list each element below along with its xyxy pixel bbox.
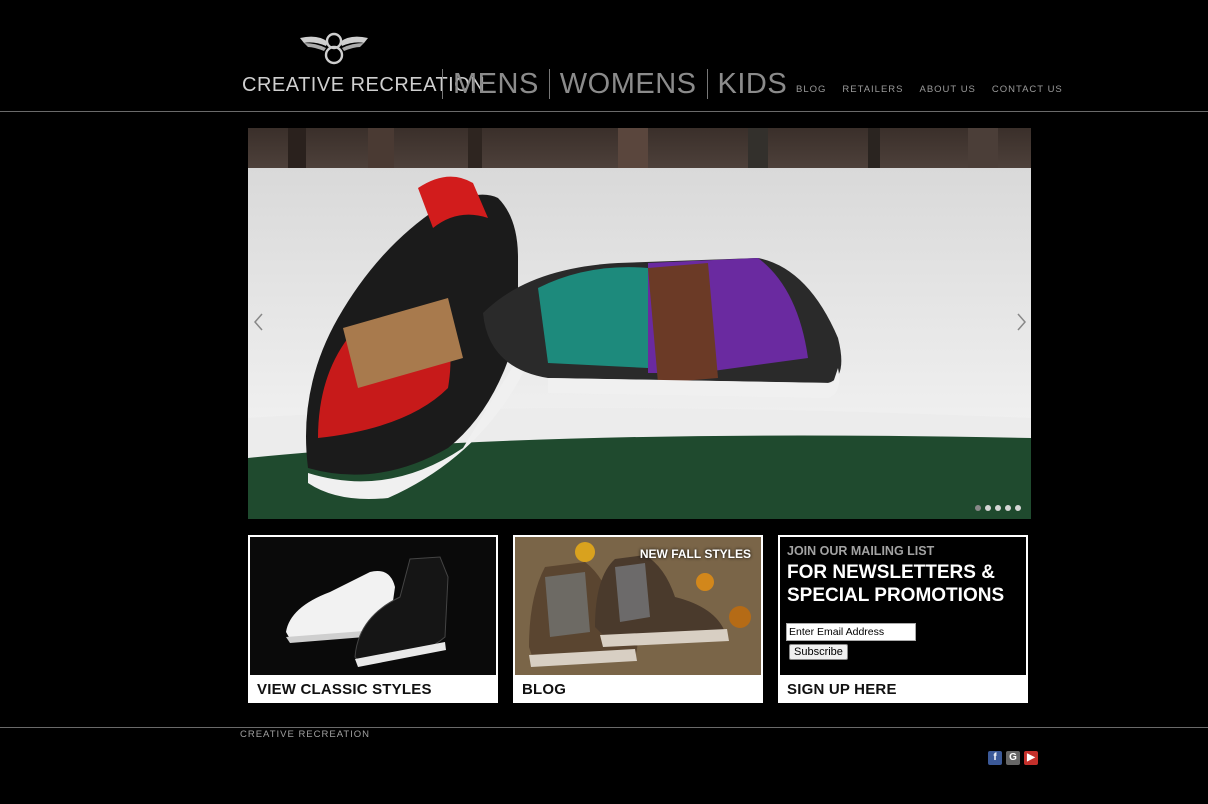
nav-item-mens[interactable]: MENS bbox=[445, 68, 547, 100]
slide-dot[interactable] bbox=[1015, 505, 1021, 511]
footer-divider bbox=[0, 727, 1208, 728]
main-nav: MENS WOMENS KIDS bbox=[440, 68, 795, 100]
classic-shoes-image bbox=[250, 537, 496, 675]
promo-blog[interactable]: NEW FALL STYLES BLOG bbox=[513, 535, 763, 703]
google-icon[interactable]: G bbox=[1006, 751, 1020, 765]
nav-item-kids[interactable]: KIDS bbox=[710, 68, 796, 100]
youtube-icon[interactable]: ▶ bbox=[1024, 751, 1038, 765]
slide-indicators bbox=[975, 505, 1021, 511]
nav-divider bbox=[442, 69, 443, 99]
nav-link-blog[interactable]: BLOG bbox=[796, 84, 826, 95]
facebook-icon[interactable]: f bbox=[988, 751, 1002, 765]
promo-caption: BLOG bbox=[522, 681, 567, 698]
mailing-list-headline: FOR NEWSLETTERS & bbox=[787, 562, 995, 583]
mailing-list-headline: SPECIAL PROMOTIONS bbox=[787, 585, 1005, 606]
nav-link-about-us[interactable]: ABOUT US bbox=[920, 84, 976, 95]
slide-dot[interactable] bbox=[995, 505, 1001, 511]
hero-next-arrow-icon[interactable] bbox=[1016, 312, 1028, 332]
new-fall-styles-tag: NEW FALL STYLES bbox=[639, 547, 751, 561]
footer-brand: CREATIVE RECREATION bbox=[240, 729, 371, 740]
hero-prev-arrow-icon[interactable] bbox=[252, 312, 264, 332]
promo-caption[interactable]: SIGN UP HERE bbox=[787, 681, 897, 698]
subscribe-button[interactable]: Subscribe bbox=[789, 644, 848, 660]
mailing-list-kicker: JOIN OUR MAILING LIST bbox=[787, 544, 935, 558]
promo-classic-styles[interactable]: VIEW CLASSIC STYLES bbox=[248, 535, 498, 703]
nav-item-womens[interactable]: WOMENS bbox=[552, 68, 705, 100]
slide-dot[interactable] bbox=[975, 505, 981, 511]
hero-image bbox=[248, 128, 1031, 519]
nav-divider bbox=[706, 69, 708, 99]
nav-link-retailers[interactable]: RETAILERS bbox=[842, 84, 903, 95]
brand-logo[interactable]: CREATIVE RECREATION bbox=[240, 28, 485, 100]
nav-link-contact-us[interactable]: CONTACT US bbox=[992, 84, 1063, 95]
mailing-list-panel: JOIN OUR MAILING LIST FOR NEWSLETTERS & … bbox=[780, 537, 1026, 675]
hero-slideshow[interactable] bbox=[248, 128, 1031, 519]
email-field[interactable] bbox=[786, 623, 916, 641]
secondary-nav: BLOG RETAILERS ABOUT US CONTACT US bbox=[796, 84, 1063, 95]
header-divider bbox=[0, 111, 1208, 112]
fall-styles-image: NEW FALL STYLES bbox=[515, 537, 761, 675]
winged-logo-icon bbox=[300, 32, 368, 65]
promo-caption: VIEW CLASSIC STYLES bbox=[257, 681, 432, 698]
promo-signup: JOIN OUR MAILING LIST FOR NEWSLETTERS & … bbox=[778, 535, 1028, 703]
slide-dot[interactable] bbox=[1005, 505, 1011, 511]
nav-divider bbox=[548, 69, 550, 99]
slide-dot[interactable] bbox=[985, 505, 991, 511]
